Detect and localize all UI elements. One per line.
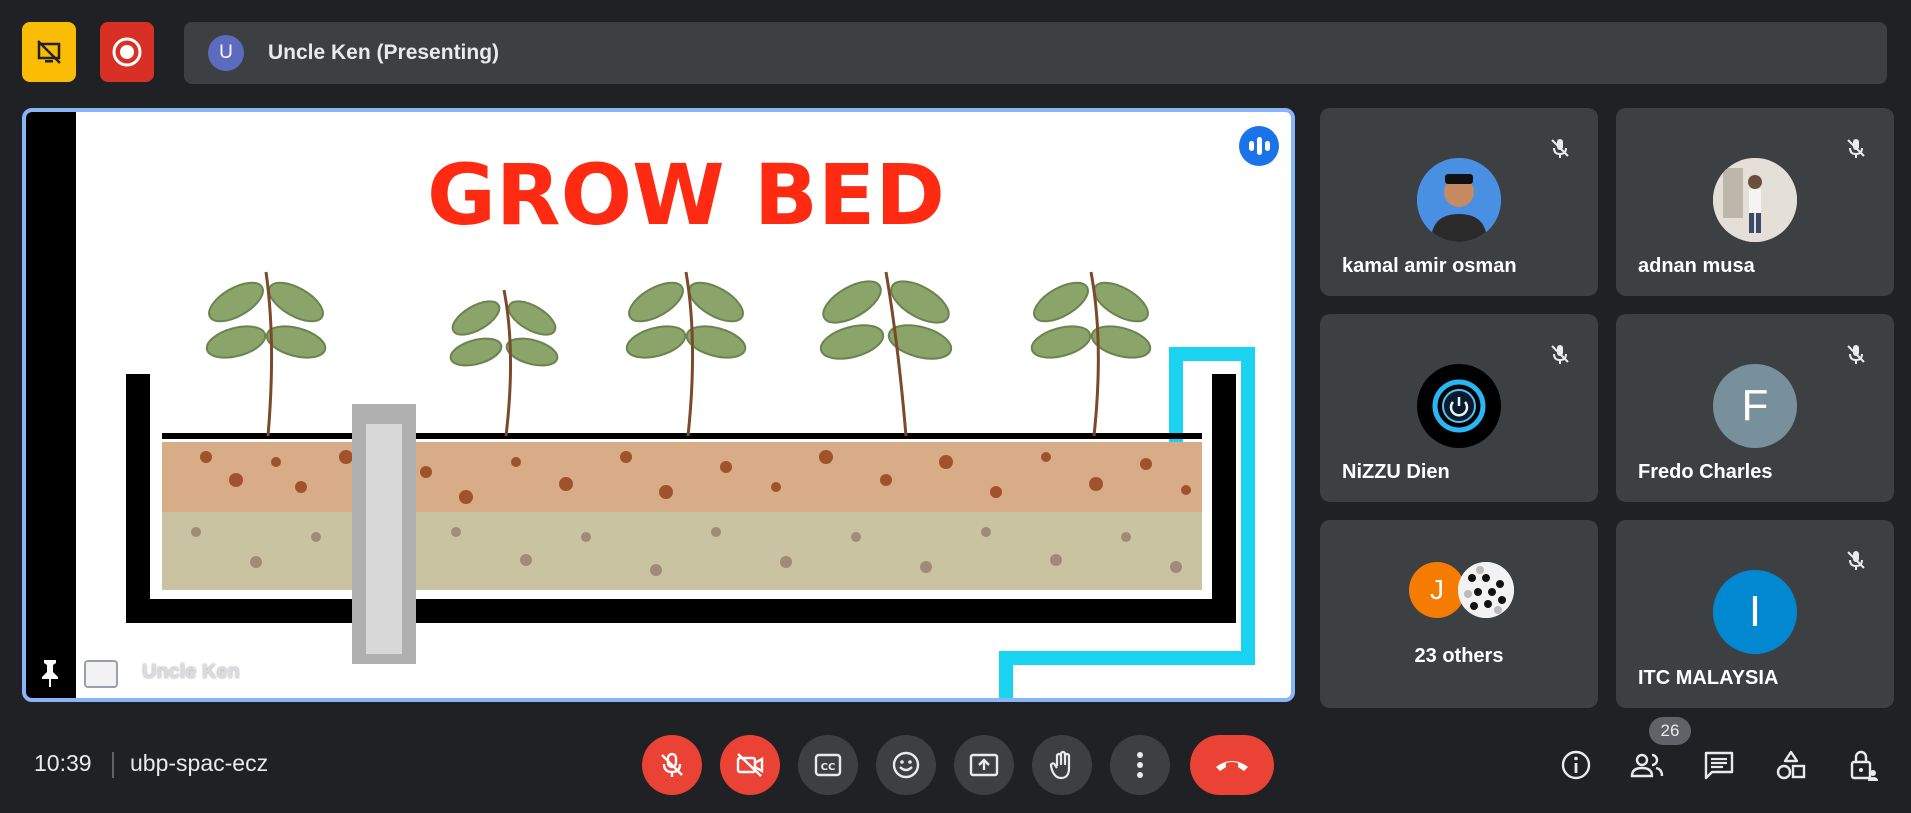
speaking-indicator-icon	[1239, 126, 1279, 166]
raise-hand-button[interactable]	[1032, 735, 1092, 795]
call-end-icon	[1216, 761, 1248, 771]
participant-name: ITC MALAYSIA	[1638, 667, 1779, 689]
more-vert-icon	[1137, 752, 1143, 778]
avatar	[1417, 158, 1501, 242]
chat-icon	[1704, 751, 1734, 780]
emoji-icon	[892, 751, 920, 779]
present-to-all-icon[interactable]	[84, 660, 118, 688]
mic-off-icon	[1838, 336, 1874, 372]
presenter-avatar: U	[208, 35, 244, 71]
participant-tile[interactable]: adnan musa	[1616, 108, 1894, 296]
no-display-icon	[37, 40, 61, 64]
mic-off-icon	[1838, 130, 1874, 166]
more-options-button[interactable]	[1110, 735, 1170, 795]
participant-name: kamal amir osman	[1342, 255, 1517, 277]
microphone-button[interactable]	[642, 735, 702, 795]
avatar	[1458, 562, 1514, 618]
mic-off-icon	[661, 752, 683, 777]
participant-name: Fredo Charles	[1638, 461, 1773, 483]
participant-tile[interactable]: I ITC MALAYSIA	[1616, 520, 1894, 708]
reactions-button[interactable]	[876, 735, 936, 795]
people-icon	[1630, 753, 1664, 778]
others-tile[interactable]: J 23 others	[1320, 520, 1598, 708]
avatar: J	[1409, 562, 1465, 618]
participant-name: adnan musa	[1638, 255, 1755, 277]
closed-captions-icon: CC	[814, 753, 842, 777]
mic-off-icon	[1542, 130, 1578, 166]
recording-button[interactable]	[100, 22, 154, 82]
camera-off-icon	[736, 753, 764, 777]
pin-icon[interactable]	[38, 658, 62, 688]
people-count-badge: 26	[1649, 717, 1691, 745]
lock-person-icon	[1850, 750, 1878, 781]
present-to-all-icon	[969, 753, 999, 777]
participant-tile[interactable]: NiZZU Dien	[1320, 314, 1598, 502]
svg-text:CC: CC	[821, 762, 836, 773]
leave-call-button[interactable]	[1190, 735, 1274, 795]
mic-off-icon	[1838, 542, 1874, 578]
host-controls-button[interactable]	[1844, 746, 1882, 784]
raise-hand-icon	[1049, 750, 1071, 780]
participant-tile[interactable]: kamal amir osman	[1320, 108, 1598, 296]
record-icon	[112, 37, 142, 67]
presenter-label: Uncle Ken (Presenting)	[268, 41, 500, 64]
presenter-tile-name: Uncle Ken	[142, 661, 240, 683]
camera-button[interactable]	[720, 735, 780, 795]
captions-button[interactable]: CC	[798, 735, 858, 795]
slide-title: GROW BED	[427, 146, 945, 244]
power-logo-avatar	[1417, 364, 1501, 448]
activities-icon	[1776, 750, 1806, 780]
participant-tile[interactable]: F Fredo Charles	[1616, 314, 1894, 502]
activities-button[interactable]	[1772, 746, 1810, 784]
hide-tiles-button[interactable]	[22, 22, 76, 82]
participant-name: NiZZU Dien	[1342, 461, 1450, 483]
meeting-code: ubp-spac-ecz	[130, 750, 269, 776]
presentation-tile[interactable]: GROW BED Uncle Ken	[22, 108, 1295, 702]
avatar: I	[1713, 570, 1797, 654]
presenting-banner[interactable]: U Uncle Ken (Presenting)	[184, 22, 1887, 84]
chat-button[interactable]	[1700, 746, 1738, 784]
info-icon	[1561, 750, 1591, 780]
meeting-details-button[interactable]	[1557, 746, 1595, 784]
slide-illustration: GROW BED	[26, 112, 1291, 698]
avatar: F	[1713, 364, 1797, 448]
divider	[112, 752, 114, 778]
meeting-time: 10:39	[34, 750, 92, 776]
slide-letterbox	[26, 112, 76, 698]
mic-off-icon	[1542, 336, 1578, 372]
people-button[interactable]	[1628, 746, 1666, 784]
avatar	[1713, 158, 1797, 242]
participant-name: 23 others	[1414, 645, 1504, 667]
present-now-button[interactable]	[954, 735, 1014, 795]
